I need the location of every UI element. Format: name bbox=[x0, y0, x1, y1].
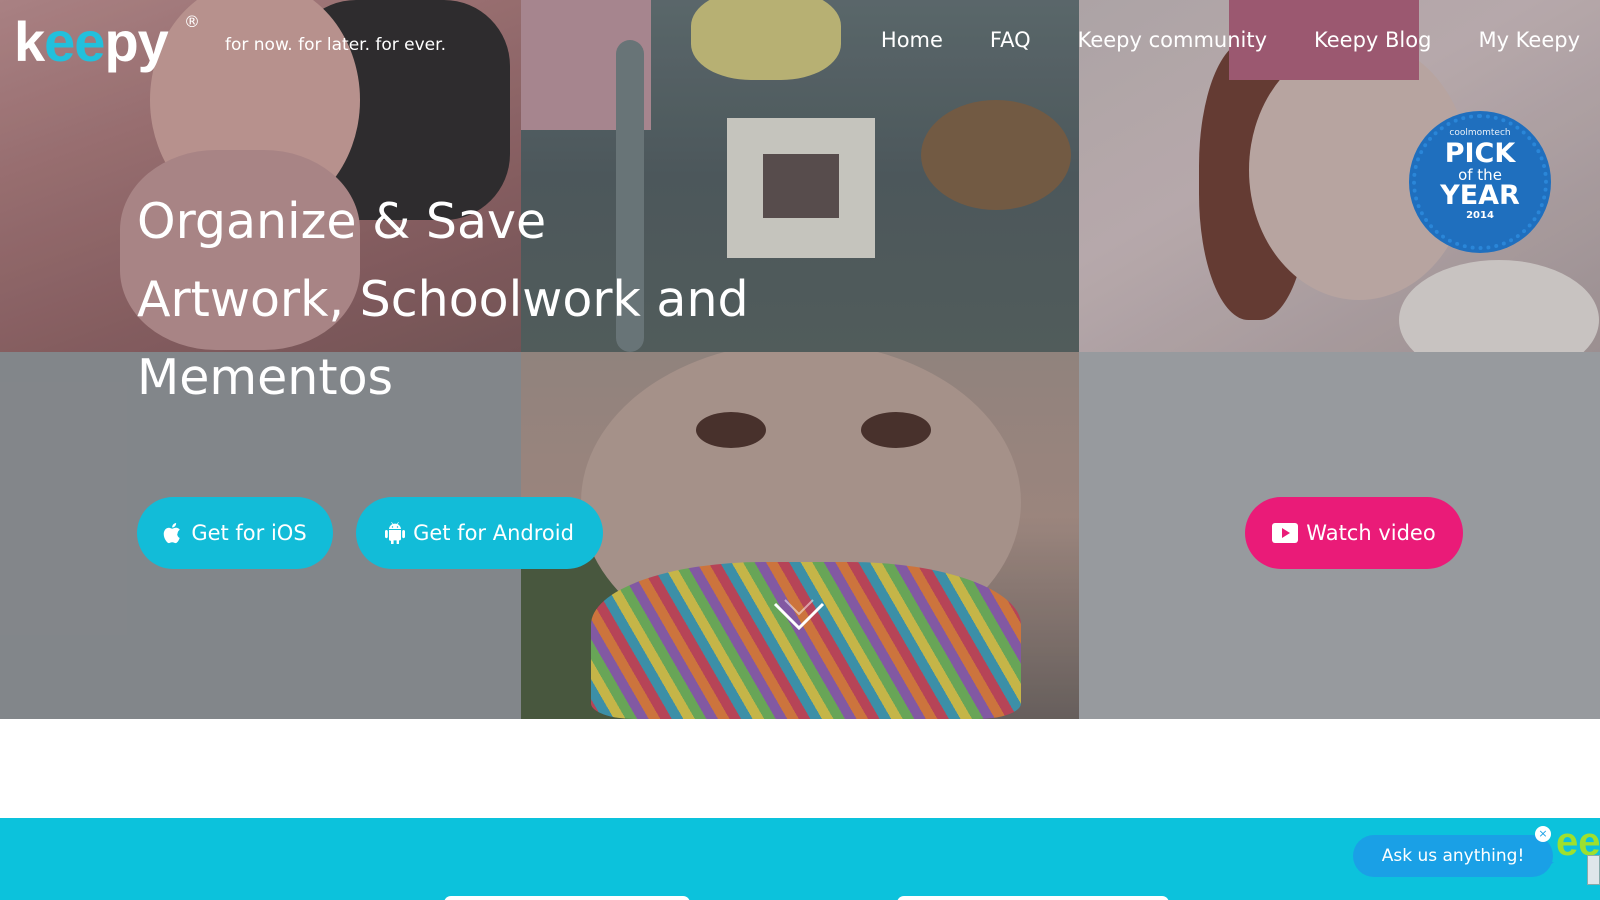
logo-letter: k bbox=[14, 10, 45, 73]
nav-my-keepy[interactable]: My Keepy bbox=[1478, 28, 1580, 52]
chat-label: Ask us anything! bbox=[1381, 846, 1525, 866]
android-label: Get for Android bbox=[413, 521, 574, 545]
nav-home[interactable]: Home bbox=[881, 28, 943, 52]
badge-publisher: coolmomtech bbox=[1449, 128, 1511, 138]
chat-bubble-tail bbox=[1540, 862, 1554, 872]
badge-year-word: YEAR bbox=[1440, 180, 1520, 211]
close-icon[interactable]: × bbox=[1535, 826, 1551, 842]
apple-icon bbox=[163, 522, 183, 544]
section-button-partial[interactable] bbox=[444, 896, 690, 900]
hero-headline: Organize & Save Artwork, Schoolwork and … bbox=[137, 183, 857, 417]
chat-launcher-icon[interactable] bbox=[1587, 855, 1600, 885]
badge-year: 2014 bbox=[1466, 210, 1494, 221]
play-icon bbox=[1272, 523, 1299, 543]
main-nav: Home FAQ Keepy community Keepy Blog My K… bbox=[881, 28, 1580, 52]
ask-us-anything-chat[interactable]: Ask us anything! bbox=[1353, 835, 1553, 877]
logo-letters: py bbox=[104, 10, 168, 73]
headline-line: Organize & Save bbox=[137, 193, 547, 250]
keepy-logo[interactable]: keepy bbox=[14, 10, 169, 73]
white-spacer bbox=[0, 719, 1600, 818]
get-for-ios-button[interactable]: Get for iOS bbox=[137, 497, 333, 569]
logo-ee: ee bbox=[44, 10, 105, 73]
headline-line: Artwork, Schoolwork and bbox=[137, 271, 749, 328]
nav-faq[interactable]: FAQ bbox=[990, 28, 1031, 52]
badge-pick: PICK bbox=[1444, 138, 1516, 169]
hero-section: keepy ® for now. for later. for ever. Ho… bbox=[0, 0, 1600, 719]
pick-of-the-year-badge: coolmomtech PICK of the YEAR 2014 bbox=[1412, 114, 1548, 250]
android-icon bbox=[385, 522, 406, 544]
get-for-android-button[interactable]: Get for Android bbox=[356, 497, 603, 569]
chevron-down-icon[interactable] bbox=[773, 598, 825, 638]
nav-keepy-community[interactable]: Keepy community bbox=[1078, 28, 1267, 52]
ios-label: Get for iOS bbox=[191, 521, 307, 545]
section-button-partial[interactable] bbox=[897, 896, 1169, 900]
nav-keepy-blog[interactable]: Keepy Blog bbox=[1314, 28, 1431, 52]
registered-mark: ® bbox=[184, 12, 200, 31]
watch-video-label: Watch video bbox=[1306, 521, 1436, 545]
headline-line: Mementos bbox=[137, 349, 394, 406]
watch-video-button[interactable]: Watch video bbox=[1245, 497, 1463, 569]
tagline: for now. for later. for ever. bbox=[225, 35, 446, 55]
